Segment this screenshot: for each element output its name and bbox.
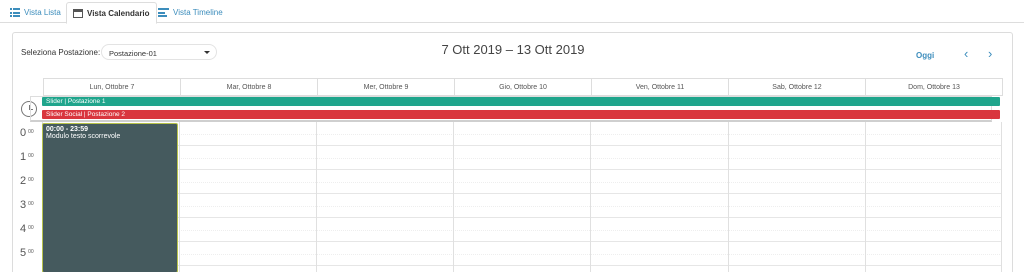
view-tabs: Vista Lista Vista Calendario Vista Timel… <box>0 0 1024 24</box>
grid-column-line <box>1001 122 1002 272</box>
station-select-value: Postazione-01 <box>109 49 157 58</box>
caret-down-icon <box>204 51 210 54</box>
hour-label: 2 00 <box>20 175 34 187</box>
grid-column-line <box>453 122 454 272</box>
day-header: Ven, Ottobre 11 <box>592 79 729 95</box>
hour-row <box>42 218 1002 242</box>
tab-label: Vista Calendario <box>87 8 150 18</box>
hour-label: 3 00 <box>20 199 34 211</box>
hour-row <box>42 122 1002 146</box>
hour-row <box>42 146 1002 170</box>
list-icon <box>10 8 20 17</box>
today-button[interactable]: Oggi <box>916 51 934 60</box>
day-header: Mer, Ottobre 9 <box>318 79 455 95</box>
day-header: Gio, Ottobre 10 <box>455 79 592 95</box>
timeline-icon <box>158 8 169 17</box>
day-header: Sab, Ottobre 12 <box>729 79 866 95</box>
all-day-event[interactable]: Slider Social | Postazione 2 <box>42 110 1000 119</box>
grid-column-line <box>865 122 866 272</box>
hour-row <box>42 170 1002 194</box>
next-week-button[interactable]: › <box>988 47 992 61</box>
hour-label: 4 00 <box>20 223 34 235</box>
day-header: Mar, Ottobre 8 <box>181 79 318 95</box>
date-range-title: 7 Ott 2019 – 13 Ott 2019 <box>441 42 585 57</box>
day-header-row: Lun, Ottobre 7 Mar, Ottobre 8 Mer, Ottob… <box>43 78 1003 96</box>
calendar-event[interactable]: 00:00 - 23:59 Modulo testo scorrevole <box>42 123 178 272</box>
grid-column-line <box>179 122 180 272</box>
calendar-icon <box>73 8 83 18</box>
hour-label: 5 00 <box>20 247 34 259</box>
tab-vista-timeline[interactable]: Vista Timeline <box>152 2 229 23</box>
event-title: Modulo testo scorrevole <box>46 133 121 140</box>
day-header: Dom, Ottobre 13 <box>908 84 960 91</box>
hour-row <box>42 194 1002 218</box>
tab-vista-lista[interactable]: Vista Lista <box>4 2 67 23</box>
hour-row <box>42 242 1002 266</box>
hour-label: 1 00 <box>20 151 34 163</box>
event-time: 00:00 - 23:59 <box>46 126 89 133</box>
tab-label: Vista Lista <box>24 8 61 17</box>
hour-label: 0 00 <box>20 127 34 139</box>
grid-column-line <box>316 122 317 272</box>
tab-vista-calendario[interactable]: Vista Calendario <box>66 2 157 24</box>
grid-column-line <box>728 122 729 272</box>
all-day-event[interactable]: Slider | Postazione 1 <box>42 97 1000 106</box>
station-select-label: Seleziona Postazione: <box>21 48 101 57</box>
prev-week-button[interactable]: ‹ <box>964 47 968 61</box>
station-select[interactable]: Postazione-01 <box>101 44 217 60</box>
day-header: Lun, Ottobre 7 <box>44 79 181 95</box>
tab-label: Vista Timeline <box>173 8 223 17</box>
grid-column-line <box>590 122 591 272</box>
